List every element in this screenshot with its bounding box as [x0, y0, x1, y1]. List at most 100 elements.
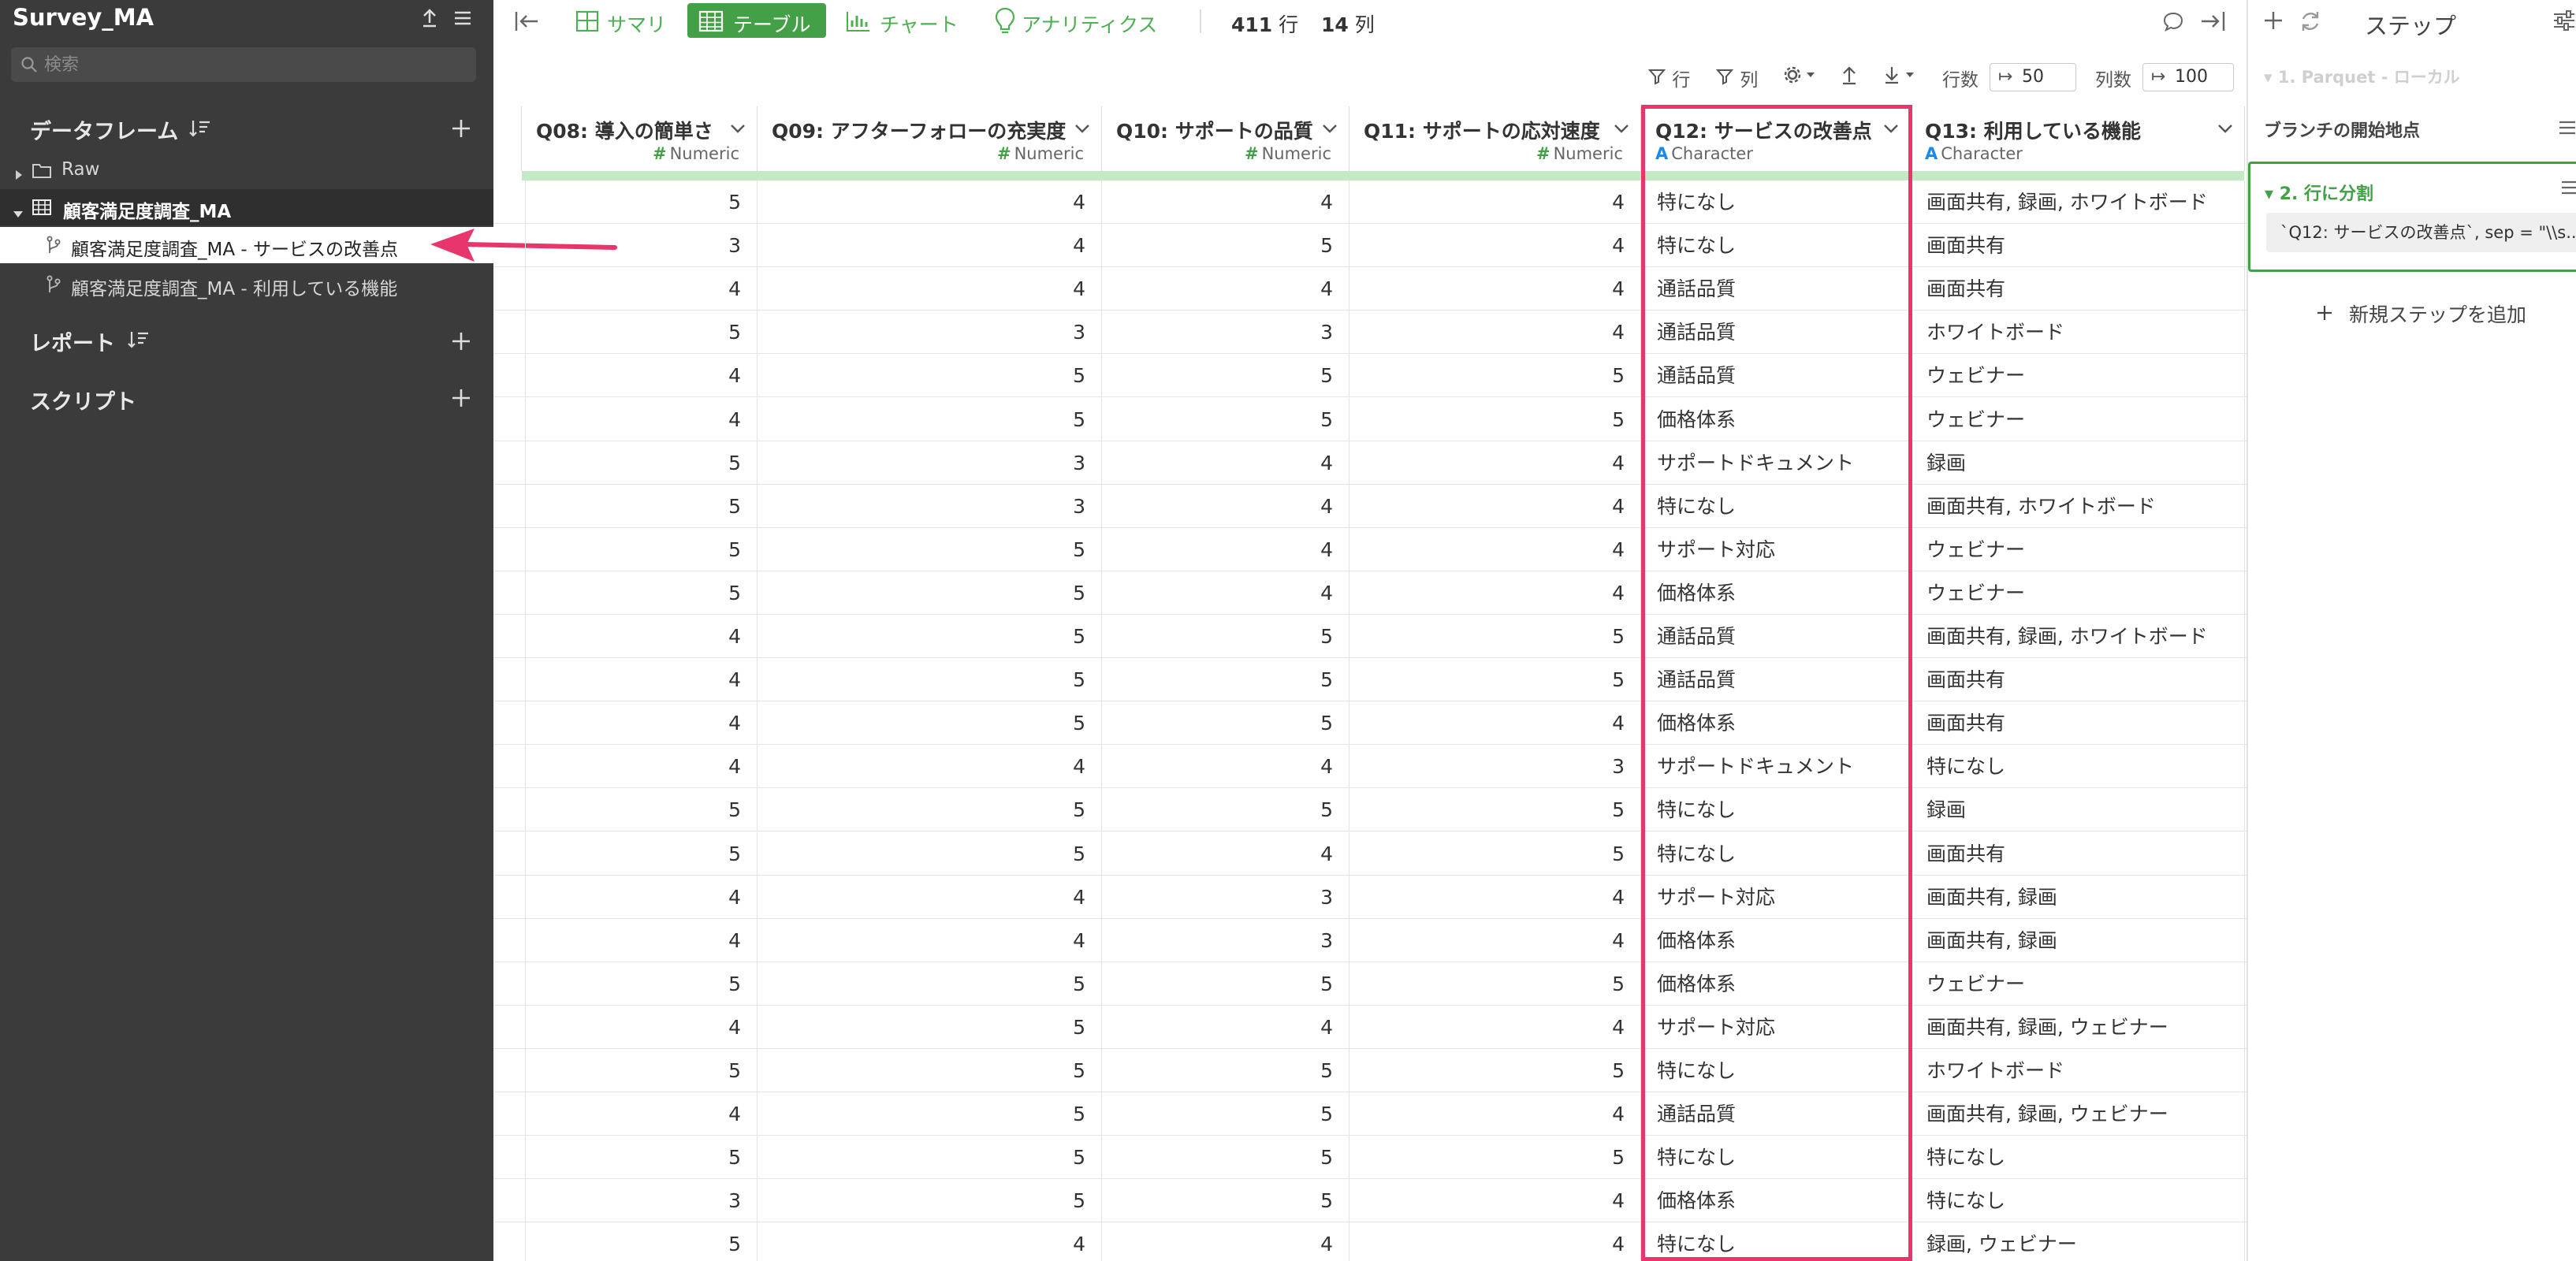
- table-cell[interactable]: 5: [758, 354, 1102, 398]
- table-cell[interactable]: 画面共有: [1911, 831, 2245, 876]
- column-header[interactable]: Q08: 導入の簡単さ # Numeric: [522, 106, 758, 171]
- table-cell[interactable]: サポート対応: [1641, 875, 1911, 919]
- chevron-down-icon[interactable]: [1073, 121, 1092, 139]
- table-cell[interactable]: 5: [522, 311, 758, 355]
- sort-icon[interactable]: [128, 329, 150, 353]
- table-cell[interactable]: 5: [1349, 615, 1641, 658]
- download-icon[interactable]: [1882, 65, 1919, 90]
- table-cell[interactable]: ウェビナー: [1911, 571, 2245, 615]
- table-row[interactable]: 5 5 5 5 特になし 特になし: [493, 1136, 2247, 1180]
- table-cell[interactable]: 4: [1349, 311, 1641, 355]
- table-cell[interactable]: 5: [1349, 397, 1641, 441]
- table-cell[interactable]: 録画, ウェビナー: [1911, 1222, 2245, 1261]
- table-cell[interactable]: 価格体系: [1641, 701, 1911, 746]
- table-cell[interactable]: 5: [1349, 1049, 1641, 1092]
- table-cell[interactable]: 価格体系: [1641, 397, 1911, 441]
- table-cell[interactable]: 5: [1102, 1136, 1349, 1180]
- table-row[interactable]: 5 4 4 4 特になし 画面共有, 録画, ホワイトボード: [493, 180, 2247, 224]
- table-row[interactable]: 5 5 4 5 特になし 画面共有: [493, 831, 2247, 876]
- table-cell[interactable]: 4: [1349, 571, 1641, 615]
- step-menu-icon[interactable]: [2559, 178, 2576, 200]
- table-cell[interactable]: 4: [1349, 267, 1641, 311]
- table-cell[interactable]: 価格体系: [1641, 962, 1911, 1006]
- table-cell[interactable]: 3: [1102, 875, 1349, 919]
- table-cell[interactable]: 3: [1349, 745, 1641, 789]
- table-cell[interactable]: 5: [1349, 962, 1641, 1006]
- table-row[interactable]: 5 5 5 5 価格体系 ウェビナー: [493, 962, 2247, 1006]
- table-cell[interactable]: 5: [522, 180, 758, 224]
- table-cell[interactable]: サポート対応: [1641, 527, 1911, 571]
- table-cell[interactable]: 5: [758, 1092, 1102, 1136]
- column-header[interactable]: Q12: サービスの改善点 A Character: [1641, 106, 1911, 171]
- chevron-down-icon[interactable]: [2216, 121, 2235, 139]
- table-cell[interactable]: 4: [522, 267, 758, 311]
- table-cell[interactable]: 4: [1349, 441, 1641, 485]
- table-row[interactable]: 5 4 4 4 特になし 録画, ウェビナー: [493, 1222, 2247, 1261]
- table-cell[interactable]: 5: [1102, 397, 1349, 441]
- table-cell[interactable]: 5: [522, 571, 758, 615]
- table-cell[interactable]: ウェビナー: [1911, 397, 2245, 441]
- table-cell[interactable]: 4: [522, 354, 758, 398]
- table-cell[interactable]: 3: [758, 484, 1102, 528]
- table-cell[interactable]: 4: [1102, 484, 1349, 528]
- table-cell[interactable]: 5: [758, 1179, 1102, 1223]
- table-cell[interactable]: 4: [758, 267, 1102, 311]
- menu-icon[interactable]: [451, 6, 475, 30]
- table-cell[interactable]: 4: [758, 1222, 1102, 1261]
- table-cell[interactable]: 5: [758, 658, 1102, 702]
- settings-gear-icon[interactable]: [1783, 65, 1818, 90]
- table-row[interactable]: 5 3 4 4 特になし 画面共有, ホワイトボード: [493, 484, 2247, 528]
- table-cell[interactable]: 5: [758, 1136, 1102, 1180]
- table-cell[interactable]: 5: [758, 788, 1102, 832]
- table-cell[interactable]: 4: [1349, 1005, 1641, 1049]
- column-header[interactable]: Q11: サポートの応対速度 # Numeric: [1349, 106, 1641, 171]
- table-cell[interactable]: 5: [758, 615, 1102, 658]
- table-cell[interactable]: 5: [1349, 1136, 1641, 1180]
- column-header[interactable]: Q10: サポートの品質 # Numeric: [1102, 106, 1349, 171]
- table-row[interactable]: 3 4 5 4 特になし 画面共有: [493, 224, 2247, 268]
- table-cell[interactable]: 4: [522, 658, 758, 702]
- add-icon[interactable]: [2262, 9, 2284, 35]
- chevron-down-icon[interactable]: [728, 121, 747, 139]
- table-cell[interactable]: 画面共有, ホワイトボード: [1911, 484, 2245, 528]
- comment-icon[interactable]: [2161, 9, 2185, 36]
- table-cell[interactable]: 4: [1102, 180, 1349, 224]
- tree-item-dataframe[interactable]: 顧客満足度調査_MA: [0, 189, 493, 225]
- upload-icon[interactable]: [1840, 65, 1859, 90]
- table-cell[interactable]: 価格体系: [1641, 571, 1911, 615]
- table-cell[interactable]: 5: [522, 1136, 758, 1180]
- add-dataframe-icon[interactable]: [449, 117, 473, 140]
- collapse-right-icon[interactable]: [2199, 9, 2226, 36]
- row-filter-button[interactable]: 行: [1647, 65, 1690, 91]
- table-cell[interactable]: 特になし: [1641, 1136, 1911, 1180]
- table-cell[interactable]: 4: [522, 1092, 758, 1136]
- table-cell[interactable]: 5: [758, 571, 1102, 615]
- table-cell[interactable]: 4: [1349, 484, 1641, 528]
- chevron-down-icon[interactable]: [1320, 121, 1339, 139]
- table-cell[interactable]: 3: [522, 224, 758, 268]
- table-cell[interactable]: 特になし: [1911, 745, 2245, 789]
- chevron-down-icon[interactable]: [1882, 121, 1900, 139]
- table-cell[interactable]: 5: [1102, 701, 1349, 746]
- table-cell[interactable]: 4: [1349, 527, 1641, 571]
- table-cell[interactable]: 5: [522, 962, 758, 1006]
- tree-item-raw-folder[interactable]: Raw: [0, 152, 493, 188]
- add-script-icon[interactable]: [449, 386, 473, 410]
- tab-chart[interactable]: チャート: [842, 3, 968, 38]
- table-cell[interactable]: ウェビナー: [1911, 962, 2245, 1006]
- table-cell[interactable]: 特になし: [1641, 484, 1911, 528]
- table-cell[interactable]: 4: [522, 701, 758, 746]
- step-1-collapsed[interactable]: ▾ 1. Parquet - ローカル: [2264, 65, 2460, 88]
- tree-item-branch-improvements[interactable]: 顧客満足度調査_MA - サービスの改善点: [0, 227, 493, 263]
- table-cell[interactable]: 3: [758, 441, 1102, 485]
- table-cell[interactable]: 画面共有, 録画, ウェビナー: [1911, 1005, 2245, 1049]
- table-cell[interactable]: 画面共有: [1911, 267, 2245, 311]
- table-cell[interactable]: サポートドキュメント: [1641, 745, 1911, 789]
- table-cell[interactable]: 4: [522, 918, 758, 962]
- table-cell[interactable]: 通話品質: [1641, 615, 1911, 658]
- table-cell[interactable]: 5: [1102, 615, 1349, 658]
- add-report-icon[interactable]: [449, 329, 473, 353]
- table-cell[interactable]: 5: [522, 441, 758, 485]
- table-cell[interactable]: 4: [1349, 918, 1641, 962]
- table-cell[interactable]: 5: [1102, 1179, 1349, 1223]
